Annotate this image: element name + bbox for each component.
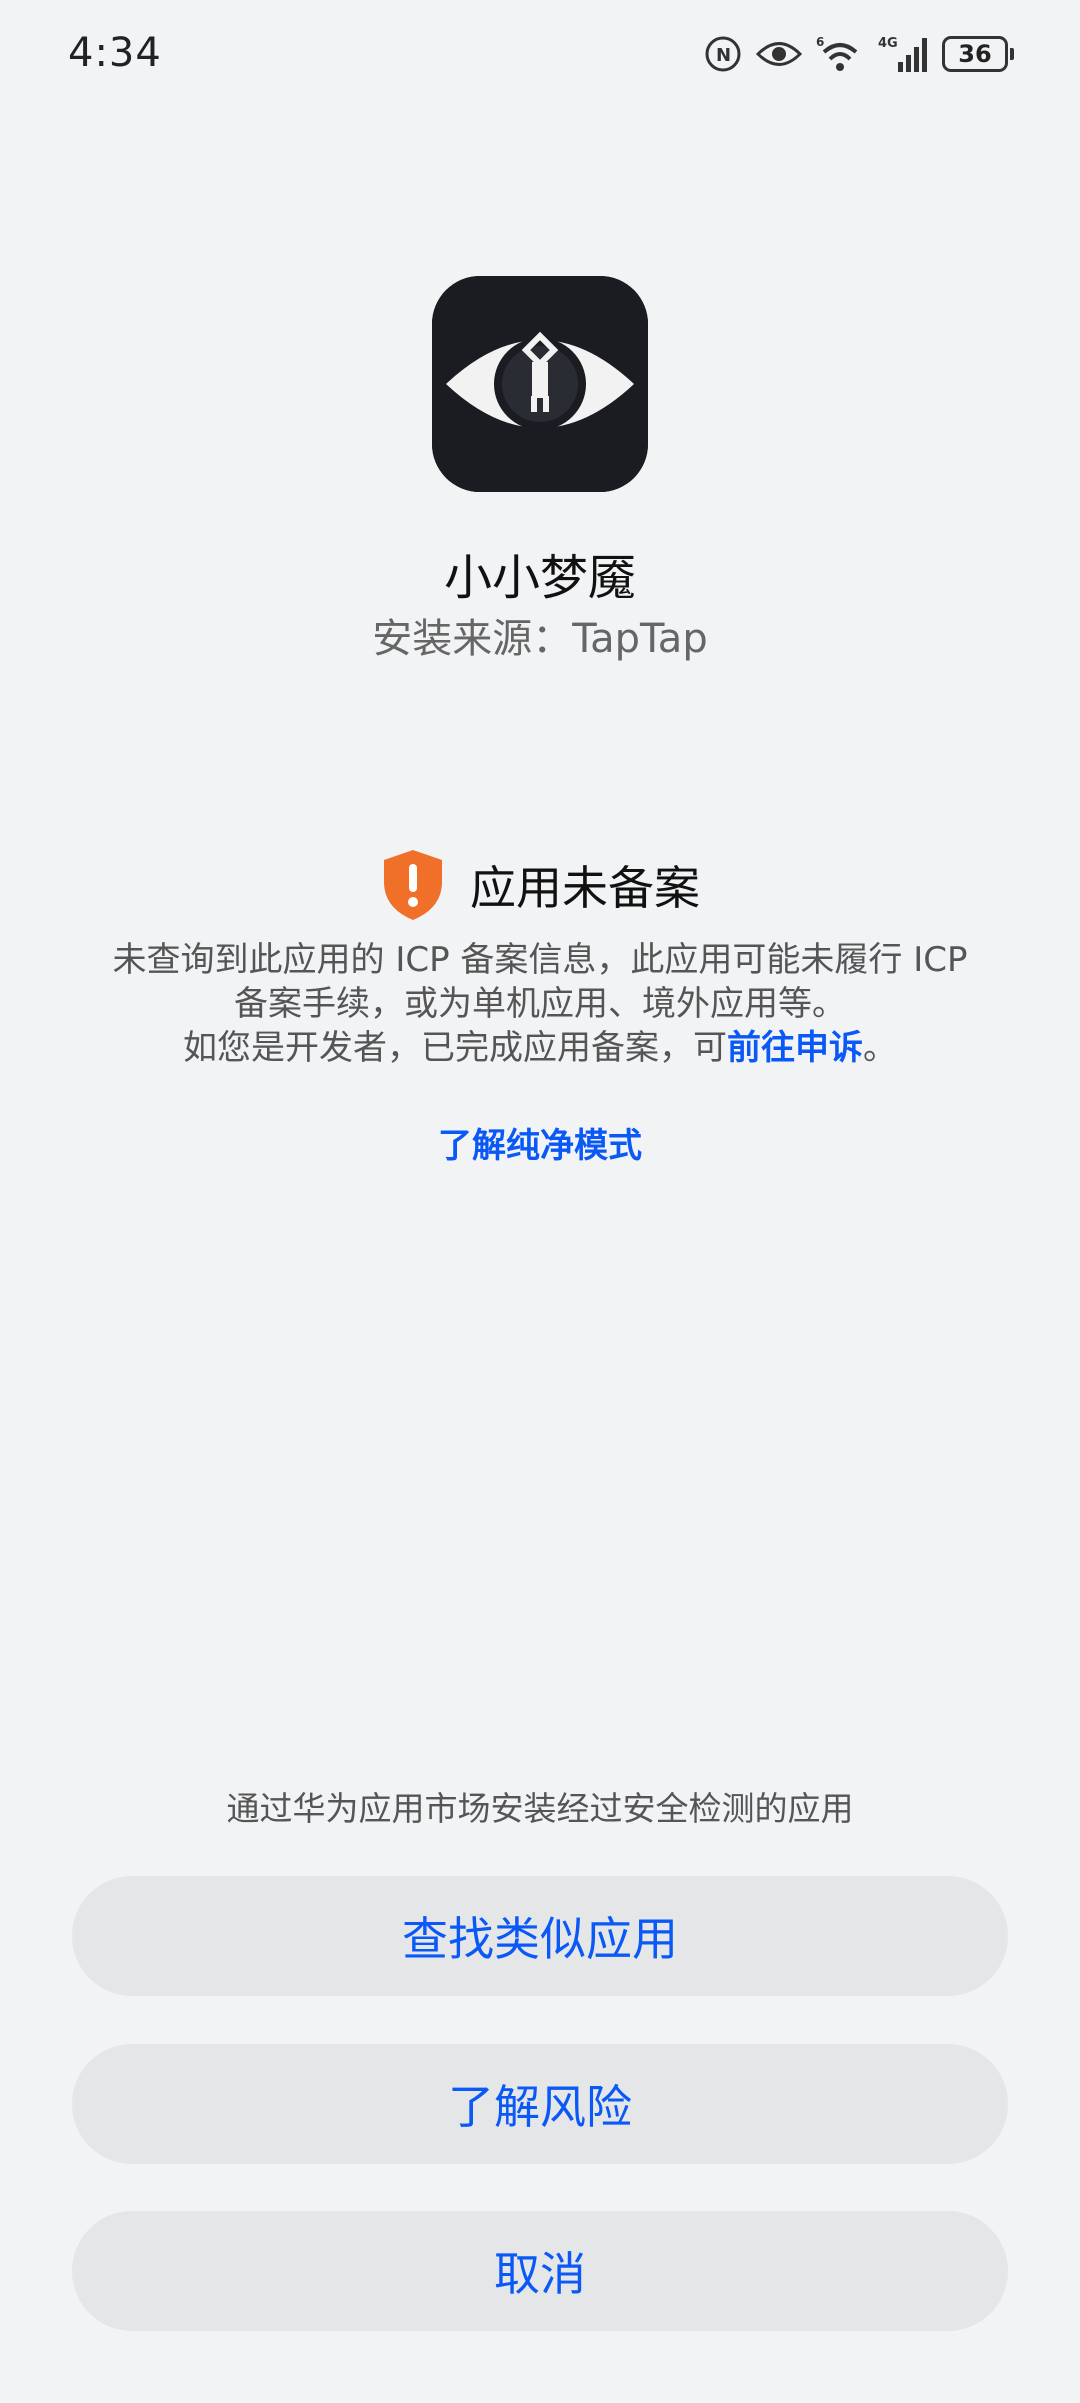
svg-text:4G: 4G — [878, 36, 898, 51]
nfc-icon: N — [705, 36, 741, 72]
warning-line-2: 备案手续，或为单机应用、境外应用等。 — [234, 984, 846, 1024]
find-similar-apps-button[interactable]: 查找类似应用 — [72, 1876, 1008, 1996]
cellular-signal-icon: 4G — [878, 36, 927, 72]
status-bar: 4:34 N 6 4G 36 — [0, 0, 1080, 110]
warning-title: 应用未备案 — [470, 861, 700, 915]
status-time: 4:34 — [68, 30, 162, 76]
battery-level: 36 — [958, 40, 992, 68]
app-icon — [432, 276, 648, 492]
battery-indicator: 36 — [942, 36, 1014, 72]
learn-risk-button[interactable]: 了解风险 — [72, 2044, 1008, 2164]
warning-description: 未查询到此应用的 ICP 备案信息，此应用可能未履行 ICP 备案手续，或为单机… — [70, 938, 1010, 1070]
svg-text:N: N — [716, 45, 731, 66]
little-nightmares-eye-icon — [432, 276, 648, 492]
cancel-button[interactable]: 取消 — [72, 2211, 1008, 2331]
learn-pure-mode-link[interactable]: 了解纯净模式 — [0, 1118, 1080, 1167]
install-source: 安装来源：TapTap — [372, 616, 708, 662]
warning-line-3: 如您是开发者，已完成应用备案，可前往申诉。 — [70, 1026, 1010, 1070]
status-icons: N 6 4G 36 — [704, 32, 1014, 76]
warning-header: 应用未备案 — [0, 848, 1080, 922]
app-name: 小小梦魇 — [443, 550, 636, 606]
appeal-link[interactable]: 前往申诉 — [727, 1028, 863, 1068]
warning-line-1: 未查询到此应用的 ICP 备案信息，此应用可能未履行 ICP — [112, 940, 968, 980]
warning-line-3-suffix: 。 — [863, 1028, 897, 1068]
warning-line-3-prefix: 如您是开发者，已完成应用备案，可 — [183, 1028, 727, 1068]
wifi-label: 6 — [816, 35, 824, 49]
shield-warning-icon — [384, 850, 442, 920]
install-hint: 通过华为应用市场安装经过安全检测的应用 — [226, 1789, 854, 1828]
wifi-icon: 6 — [816, 35, 858, 71]
eye-comfort-icon — [756, 42, 802, 66]
